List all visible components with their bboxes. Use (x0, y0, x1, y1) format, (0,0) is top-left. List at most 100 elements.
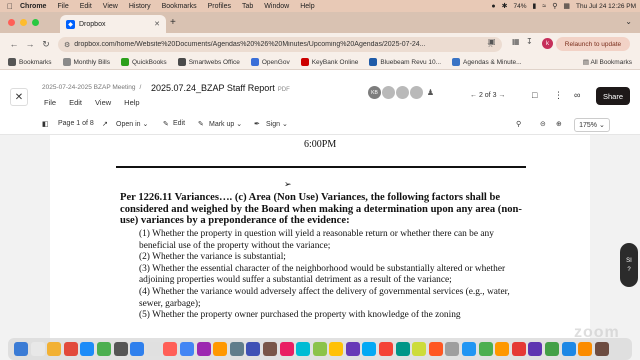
all-bookmarks[interactable]: ▤ All Bookmarks (583, 58, 632, 66)
dock-app-icon[interactable] (362, 342, 377, 356)
dock-app-icon[interactable] (462, 342, 477, 356)
sidebar-toggle-icon[interactable]: ◧ (42, 120, 49, 128)
relaunch-button[interactable]: Relaunch to update (556, 37, 630, 51)
extension-icon[interactable]: ▣ (488, 37, 496, 46)
back-arrow-icon[interactable]: ← (6, 39, 22, 49)
zoom-in-icon[interactable]: ⊕ (556, 120, 562, 128)
file-menu-edit[interactable]: Edit (69, 98, 82, 107)
bookmark-item[interactable]: Bookmarks (8, 58, 52, 66)
zoom-window-button[interactable] (32, 19, 39, 26)
avatar[interactable] (410, 86, 423, 99)
profile-avatar[interactable]: k (542, 38, 553, 49)
dock-app-icon[interactable] (345, 342, 360, 356)
avatar[interactable] (396, 86, 409, 99)
close-preview-button[interactable]: ✕ (10, 88, 28, 106)
dock-app-icon[interactable] (528, 342, 543, 356)
dock-app-icon[interactable] (428, 342, 443, 356)
sign-button[interactable]: Sign ⌄ (266, 120, 288, 128)
bookmark-item[interactable]: QuickBooks (121, 58, 167, 66)
dock-app-icon[interactable] (312, 342, 327, 356)
dock-app-icon[interactable] (545, 342, 559, 356)
dock-app-icon[interactable] (561, 342, 576, 356)
copy-link-icon[interactable]: ∞ (574, 90, 580, 100)
dock-app-icon[interactable] (279, 342, 294, 356)
dock-app-icon[interactable] (47, 342, 62, 356)
bookmark-item[interactable]: Monthly Bills (62, 58, 110, 66)
edit-button[interactable]: Edit (173, 120, 185, 127)
bluetooth-icon[interactable]: ✱ (502, 2, 508, 10)
markup-button[interactable]: Mark up ⌄ (209, 120, 242, 128)
menu-bookmarks[interactable]: Bookmarks (162, 3, 197, 10)
dock-app-icon[interactable] (578, 342, 593, 356)
dock-app-icon[interactable] (14, 342, 28, 356)
wifi-icon[interactable]: ≈ (542, 3, 546, 10)
comment-icon[interactable]: □ (532, 90, 537, 100)
downloads-icon[interactable]: ↧ (526, 37, 533, 46)
reload-icon[interactable]: ↻ (38, 39, 54, 50)
dock-app-icon[interactable] (163, 342, 178, 356)
battery-icon[interactable]: ▮ (533, 2, 537, 10)
bookmark-item[interactable]: KeyBank Online (300, 58, 358, 66)
dock-app-icon[interactable] (262, 342, 277, 356)
menu-chrome[interactable]: Chrome (20, 3, 46, 10)
site-info-icon[interactable]: ⚙ (64, 41, 70, 49)
dock-app-icon[interactable] (30, 342, 45, 356)
bookmark-item[interactable]: Smartwebs Office (177, 58, 240, 66)
document-viewer[interactable]: 6:00PM Per 1226.11 Variances…. (c) Area … (0, 135, 640, 360)
dock-app-icon[interactable] (80, 342, 95, 356)
forward-arrow-icon[interactable]: → (22, 39, 38, 49)
menu-view[interactable]: View (103, 3, 118, 10)
record-icon[interactable]: ● (491, 3, 495, 10)
open-in-button[interactable]: Open in ⌄ (116, 120, 148, 128)
dock-app-icon[interactable] (478, 342, 493, 356)
more-options-icon[interactable]: ⋮ (554, 90, 563, 101)
menu-history[interactable]: History (129, 3, 151, 10)
dock-app-icon[interactable] (146, 342, 161, 356)
apple-icon[interactable]:  (0, 2, 20, 11)
file-menu-file[interactable]: File (44, 98, 56, 107)
breadcrumb-parent[interactable]: 2025-07-24-2025 BZAP Meeting (42, 84, 135, 91)
dock-app-icon[interactable] (246, 342, 261, 356)
search-icon[interactable]: ⚲ (516, 120, 521, 128)
dock-app-icon[interactable] (96, 342, 111, 356)
dock-app-icon[interactable] (495, 342, 510, 356)
menu-profiles[interactable]: Profiles (208, 3, 231, 10)
dock-app-icon[interactable] (445, 342, 460, 356)
menu-window[interactable]: Window (264, 3, 289, 10)
close-tab-icon[interactable]: ✕ (154, 20, 160, 28)
search-icon[interactable]: ⚲ (552, 2, 557, 10)
bookmark-item[interactable]: Bluebeam Revu 10... (369, 58, 441, 66)
avatar[interactable] (382, 86, 395, 99)
minimize-window-button[interactable] (20, 19, 27, 26)
dock-app-icon[interactable] (196, 342, 211, 356)
control-center-icon[interactable]: ▦ (563, 2, 570, 10)
dock-app-icon[interactable] (511, 342, 526, 356)
file-menu-view[interactable]: View (95, 98, 111, 107)
dock-app-icon[interactable] (63, 342, 78, 356)
dock-app-icon[interactable] (229, 342, 244, 356)
close-window-button[interactable] (8, 19, 15, 26)
zoom-out-icon[interactable]: ⊝ (540, 120, 546, 128)
extensions-puzzle-icon[interactable]: ▦ (512, 37, 520, 46)
previous-file-icon[interactable]: ← (470, 92, 477, 99)
people-icon[interactable]: ♟ (424, 86, 437, 99)
dock-app-icon[interactable] (113, 342, 128, 356)
new-tab-button[interactable]: + (170, 17, 176, 28)
dock-app-icon[interactable] (213, 342, 228, 356)
breadcrumb[interactable]: 2025-07-24-2025 BZAP Meeting / (42, 84, 145, 91)
menu-tab[interactable]: Tab (242, 3, 253, 10)
file-menu-help[interactable]: Help (124, 98, 139, 107)
dock-app-icon[interactable] (395, 342, 410, 356)
bookmark-item[interactable]: OpenGov (250, 58, 290, 66)
menu-help[interactable]: Help (300, 3, 314, 10)
dock-app-icon[interactable] (379, 342, 394, 356)
next-file-icon[interactable]: → (498, 92, 505, 99)
dock-app-icon[interactable] (130, 342, 145, 356)
dock-app-icon[interactable] (329, 342, 344, 356)
menu-edit[interactable]: Edit (80, 3, 92, 10)
dock-app-icon[interactable] (594, 342, 609, 356)
address-bar[interactable]: ⚙ dropbox.com/home/Website%20Documents/A… (58, 37, 502, 52)
side-widget[interactable]: SI ? (620, 243, 638, 287)
zoom-select[interactable]: 175% ⌄ (574, 118, 610, 132)
share-button[interactable]: Share (596, 87, 630, 105)
